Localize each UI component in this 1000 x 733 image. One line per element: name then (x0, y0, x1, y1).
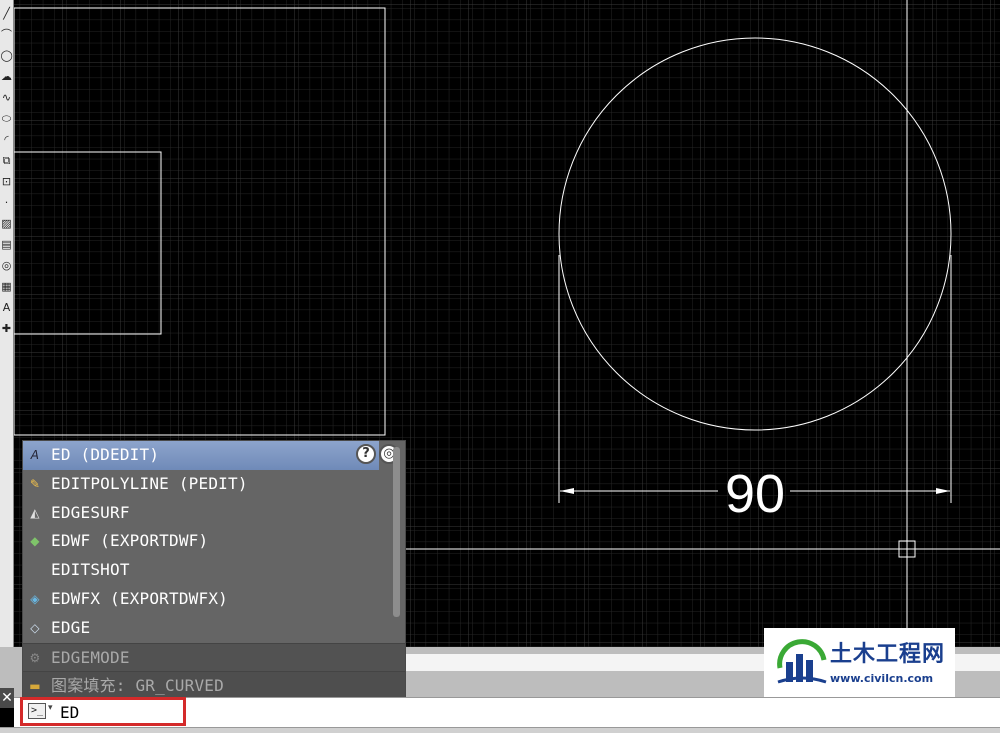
mtext-icon[interactable]: A (1, 300, 13, 315)
edgesurf-icon: ◭ (30, 505, 40, 520)
autocomplete-item-label: EDITPOLYLINE (PEDIT) (51, 473, 248, 493)
autocomplete-item-label: EDGESURF (51, 502, 130, 522)
draw-toolbar: ╱ ⌒ ◯ ☁ ∿ ⬭ ◜ ⧉ ⊡ · ▨ ▤ ◎ ▦ A ✚ (0, 0, 14, 690)
table-icon[interactable]: ▦ (1, 279, 13, 294)
hatch-pattern-icon: ▬ (29, 679, 41, 694)
edge-icon: ◇ (30, 620, 40, 635)
hatch-icon[interactable]: ▨ (1, 216, 13, 231)
autocomplete-item-label: EDITSHOT (51, 560, 130, 580)
cloud-icon[interactable]: ☁ (1, 69, 13, 84)
autocomplete-item-label: 图案填充: GR_CURVED (51, 676, 224, 696)
autocomplete-item-label: EDWF (EXPORTDWF) (51, 531, 209, 551)
edit-text-icon: A (30, 448, 40, 462)
arc-icon[interactable]: ⌒ (1, 27, 13, 42)
insert-block-icon[interactable]: ⧉ (1, 153, 13, 168)
autocomplete-item-label: EDGEMODE (51, 647, 130, 667)
autocomplete-item[interactable]: ✎ EDITPOLYLINE (PEDIT) (23, 470, 405, 499)
autocomplete-scrollbar[interactable] (393, 447, 400, 617)
autocomplete-item[interactable]: ◆ EDWF (EXPORTDWF) (23, 527, 405, 556)
autocomplete-item[interactable]: ▬ 图案填充: GR_CURVED (23, 671, 405, 701)
autocomplete-item-label: ED (DDEDIT) (51, 445, 160, 464)
gradient-icon[interactable]: ▤ (1, 237, 13, 252)
help-icon[interactable]: ? (356, 444, 376, 464)
command-autocomplete-list[interactable]: A ED (DDEDIT) ✎ EDITPOLYLINE (PEDIT) ◭ E… (22, 440, 406, 701)
spline-icon[interactable]: ∿ (1, 90, 13, 105)
ellipse-icon[interactable]: ⬭ (1, 111, 13, 126)
add-selected-icon[interactable]: ✚ (1, 321, 13, 336)
autocomplete-item[interactable]: ◇ EDGE (23, 614, 405, 643)
autocomplete-item[interactable]: ⚙ EDGEMODE (23, 642, 405, 672)
autocomplete-item[interactable]: ◭ EDGESURF (23, 499, 405, 528)
dimension-text[interactable]: 90 (725, 464, 785, 524)
circle-icon[interactable]: ◯ (1, 48, 13, 63)
autocomplete-item[interactable]: ◈ EDWFX (EXPORTDWFX) (23, 585, 405, 614)
line-icon[interactable]: ╱ (1, 6, 13, 21)
status-bar (0, 727, 1000, 733)
autocomplete-item[interactable]: A ED (DDEDIT) (23, 441, 379, 470)
gear-icon: ⚙ (29, 650, 41, 665)
autocomplete-item-label: EDGE (51, 617, 91, 637)
blank-icon (27, 563, 43, 578)
export-dwfx-icon: ◈ (30, 591, 40, 606)
export-dwf-icon: ◆ (30, 534, 40, 549)
watermark-url: www.civilcn.com (830, 672, 934, 685)
close-icon[interactable]: ✕ (0, 688, 14, 708)
ellipse-arc-icon[interactable]: ◜ (1, 132, 13, 147)
region-icon[interactable]: ◎ (1, 258, 13, 273)
watermark-title: 土木工程网 (830, 642, 946, 667)
pedit-icon: ✎ (29, 476, 41, 491)
autocomplete-item-label: EDWFX (EXPORTDWFX) (51, 588, 228, 608)
point-icon[interactable]: · (1, 195, 13, 210)
watermark-logo: 土木工程网 www.civilcn.com (764, 628, 955, 697)
logo-mark-icon (777, 639, 827, 684)
make-block-icon[interactable]: ⊡ (1, 174, 13, 189)
command-input-highlight (20, 697, 186, 726)
autocomplete-item[interactable]: EDITSHOT (23, 556, 405, 585)
